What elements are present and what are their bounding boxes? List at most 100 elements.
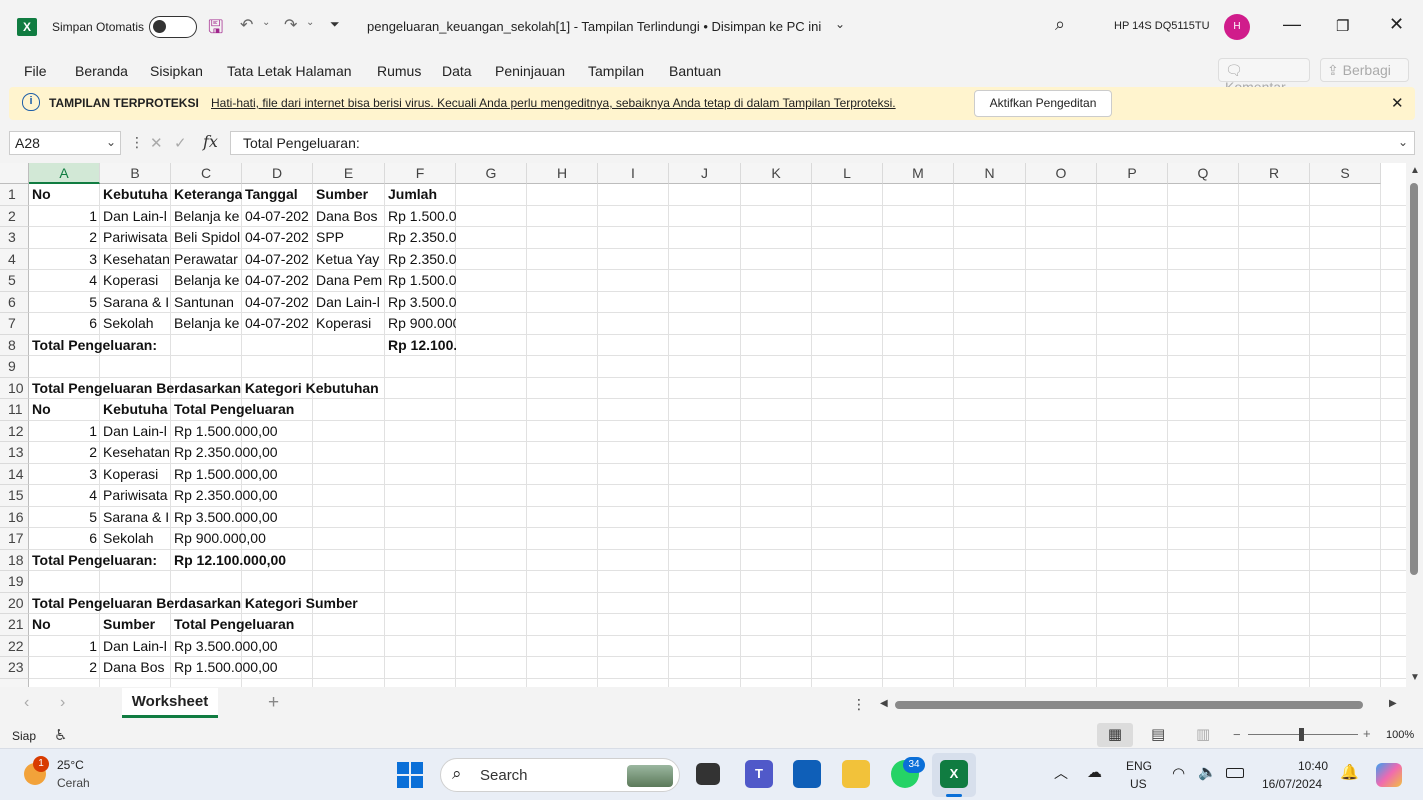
- more-options-icon[interactable]: ⋮: [130, 134, 144, 151]
- cell-c15[interactable]: Rp 2.350.000,00: [171, 485, 456, 506]
- row-header[interactable]: 23: [0, 657, 29, 679]
- cell-a12[interactable]: 1: [29, 421, 100, 442]
- scroll-right-icon[interactable]: ▶: [1389, 698, 1397, 709]
- row-header[interactable]: 14: [0, 463, 29, 485]
- column-header-l[interactable]: L: [812, 163, 883, 184]
- cell-a2[interactable]: 1: [29, 206, 100, 227]
- language-secondary[interactable]: US: [1130, 777, 1147, 791]
- save-icon[interactable]: 🖫: [208, 15, 223, 45]
- next-sheet-icon[interactable]: ›: [60, 694, 65, 712]
- column-header-p[interactable]: P: [1097, 163, 1168, 184]
- cell-b14[interactable]: Koperasi: [100, 464, 171, 485]
- zoom-slider-thumb[interactable]: [1299, 728, 1304, 741]
- tab-tampilan[interactable]: Tampilan: [588, 63, 644, 79]
- row-header[interactable]: 1: [0, 184, 29, 206]
- column-header-a[interactable]: A: [29, 163, 100, 184]
- cell-b12[interactable]: Dan Lain-l: [100, 421, 171, 442]
- cell-f4[interactable]: Rp 2.350.000,00: [385, 249, 456, 270]
- undo-dropdown-icon[interactable]: ⌄: [262, 17, 270, 28]
- column-header-s[interactable]: S: [1310, 163, 1381, 184]
- row-header[interactable]: 7: [0, 313, 29, 335]
- normal-view-icon[interactable]: ▦: [1097, 723, 1133, 747]
- row-header[interactable]: [0, 678, 29, 687]
- tab-sisipkan[interactable]: Sisipkan: [150, 63, 203, 79]
- row-header[interactable]: 18: [0, 549, 29, 571]
- undo-icon[interactable]: ↶: [240, 15, 253, 35]
- avatar[interactable]: H: [1224, 14, 1250, 40]
- cell-b22[interactable]: Dan Lain-l: [100, 636, 171, 657]
- cell-c21[interactable]: Total Pengeluaran: [171, 614, 456, 635]
- cell-a3[interactable]: 2: [29, 227, 100, 248]
- cell-c6[interactable]: Santunan: [171, 292, 242, 313]
- cell-a16[interactable]: 5: [29, 507, 100, 528]
- column-header-b[interactable]: B: [100, 163, 171, 184]
- restore-icon[interactable]: ❐: [1336, 17, 1349, 35]
- cell-b13[interactable]: Kesehatan: [100, 442, 171, 463]
- row-header[interactable]: 3: [0, 227, 29, 249]
- cell-e5[interactable]: Dana Pem: [313, 270, 385, 291]
- tab-beranda[interactable]: Beranda: [75, 63, 128, 79]
- cell-c11[interactable]: Total Pengeluaran: [171, 399, 456, 420]
- onedrive-icon[interactable]: ☁: [1087, 763, 1102, 781]
- vertical-scroll-thumb[interactable]: [1410, 183, 1418, 575]
- zoom-out-icon[interactable]: −: [1233, 727, 1241, 742]
- notification-bell-icon[interactable]: 🔔: [1340, 763, 1359, 781]
- cell-b23[interactable]: Dana Bos: [100, 657, 171, 678]
- row-header[interactable]: 2: [0, 205, 29, 227]
- column-header-f[interactable]: F: [385, 163, 456, 184]
- cell-e3[interactable]: SPP: [313, 227, 385, 248]
- insert-function-icon[interactable]: fx: [203, 132, 218, 151]
- title-chevron-down-icon[interactable]: ⌄: [835, 17, 845, 31]
- column-header-n[interactable]: N: [954, 163, 1026, 184]
- row-header[interactable]: 16: [0, 506, 29, 528]
- protected-view-message[interactable]: Hati-hati, file dari internet bisa beris…: [211, 96, 896, 110]
- cell-a1[interactable]: No: [29, 184, 100, 205]
- cell-d2[interactable]: 04-07-202: [242, 206, 313, 227]
- column-header-g[interactable]: G: [456, 163, 527, 184]
- task-view-icon[interactable]: [696, 763, 720, 785]
- cell-b6[interactable]: Sarana & I: [100, 292, 171, 313]
- column-header-r[interactable]: R: [1239, 163, 1310, 184]
- cell-b21[interactable]: Sumber: [100, 614, 171, 635]
- cell-a6[interactable]: 5: [29, 292, 100, 313]
- row-header[interactable]: 12: [0, 420, 29, 442]
- cell-a7[interactable]: 6: [29, 313, 100, 334]
- cell-c18[interactable]: Rp 12.100.000,00: [171, 550, 456, 571]
- name-box-dropdown-icon[interactable]: ⌄: [106, 135, 116, 149]
- cell-c2[interactable]: Belanja ke: [171, 206, 242, 227]
- zoom-in-icon[interactable]: +: [1363, 726, 1371, 741]
- volume-icon[interactable]: 🔈: [1198, 763, 1217, 781]
- cell-b5[interactable]: Koperasi: [100, 270, 171, 291]
- enable-editing-button[interactable]: Aktifkan Pengeditan: [974, 90, 1112, 117]
- row-header[interactable]: 17: [0, 528, 29, 550]
- excel-taskbar-icon[interactable]: X: [940, 760, 968, 788]
- scroll-down-icon[interactable]: ▼: [1410, 672, 1420, 683]
- cell-d4[interactable]: 04-07-202: [242, 249, 313, 270]
- cell-a11[interactable]: No: [29, 399, 100, 420]
- cell-f6[interactable]: Rp 3.500.000,00: [385, 292, 456, 313]
- worksheet-grid[interactable]: ABCDEFGHIJKLMNOPQRS 1 2 3 4 5 6 7 8 9 10 11 12 13 14 1…: [0, 163, 1406, 687]
- tab-file[interactable]: File: [24, 63, 47, 79]
- cancel-formula-icon[interactable]: ✕: [150, 134, 163, 152]
- column-header-j[interactable]: J: [669, 163, 741, 184]
- copilot-icon[interactable]: [1376, 763, 1402, 787]
- cell-a15[interactable]: 4: [29, 485, 100, 506]
- cell-c16[interactable]: Rp 3.500.000,00: [171, 507, 456, 528]
- accessibility-icon[interactable]: ♿: [54, 726, 67, 744]
- cell-d3[interactable]: 04-07-202: [242, 227, 313, 248]
- sheet-tab-worksheet[interactable]: Worksheet: [122, 688, 218, 718]
- cell-b16[interactable]: Sarana & I: [100, 507, 171, 528]
- scroll-up-icon[interactable]: ▲: [1410, 165, 1420, 176]
- column-header-d[interactable]: D: [242, 163, 313, 184]
- cell-c1[interactable]: Keteranga: [171, 184, 242, 205]
- column-header-e[interactable]: E: [313, 163, 385, 184]
- row-header[interactable]: 8: [0, 334, 29, 356]
- cell-d6[interactable]: 04-07-202: [242, 292, 313, 313]
- cell-b15[interactable]: Pariwisata: [100, 485, 171, 506]
- teams-icon[interactable]: T: [745, 760, 773, 788]
- cell-e4[interactable]: Ketua Yay: [313, 249, 385, 270]
- cell-f5[interactable]: Rp 1.500.000,00: [385, 270, 456, 291]
- cell-a14[interactable]: 3: [29, 464, 100, 485]
- search-icon[interactable]: ⌕: [1055, 14, 1065, 35]
- redo-icon[interactable]: ↷: [284, 15, 297, 35]
